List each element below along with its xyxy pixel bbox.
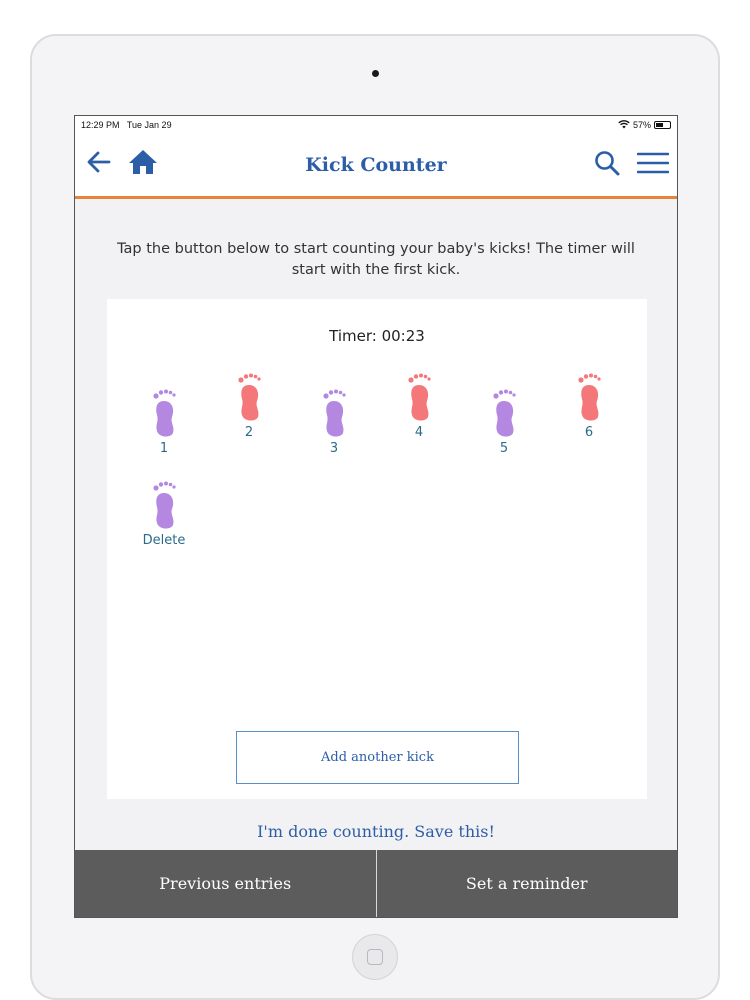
battery-icon bbox=[654, 120, 671, 129]
footprint-icon bbox=[153, 481, 176, 529]
kick-marker: 4 bbox=[389, 371, 449, 440]
timer-text: Timer: 00:23 bbox=[329, 327, 425, 345]
home-icon[interactable] bbox=[127, 148, 159, 176]
kick-marker: 2 bbox=[219, 371, 279, 440]
kick-marker: 3 bbox=[304, 387, 364, 456]
kick-label: 5 bbox=[499, 441, 509, 456]
kick-label: Delete bbox=[142, 533, 186, 548]
footprint-icon bbox=[238, 373, 261, 421]
kick-label: 6 bbox=[584, 425, 594, 440]
add-kick-button[interactable]: Add another kick bbox=[236, 731, 519, 784]
bottom-tab-bar: Previous entries Set a reminder bbox=[75, 850, 677, 917]
previous-entries-tab[interactable]: Previous entries bbox=[75, 850, 376, 917]
kick-label: 4 bbox=[414, 425, 424, 440]
footprint-icon bbox=[323, 389, 346, 437]
hamburger-menu-icon[interactable] bbox=[637, 151, 669, 175]
nav-bar: Kick Counter bbox=[75, 133, 677, 199]
front-camera bbox=[372, 70, 379, 77]
done-counting-link[interactable]: I'm done counting. Save this! bbox=[75, 822, 677, 841]
wifi-icon bbox=[618, 120, 630, 129]
device-home-button[interactable] bbox=[352, 934, 398, 980]
status-bar: 12:29 PM Tue Jan 29 57% bbox=[75, 116, 677, 133]
delete-kick-button[interactable]: Delete bbox=[134, 479, 194, 548]
search-icon[interactable] bbox=[593, 149, 621, 177]
arrow-left-icon[interactable] bbox=[85, 148, 113, 176]
footprint-icon bbox=[493, 389, 516, 437]
status-time: 12:29 PM bbox=[81, 119, 120, 130]
page-title: Kick Counter bbox=[305, 153, 447, 176]
kick-counter-card: Timer: 00:23 1 2 3 4 5 6 Delete Add another ki… bbox=[107, 299, 647, 799]
kick-marker: 6 bbox=[559, 371, 619, 440]
set-reminder-tab[interactable]: Set a reminder bbox=[375, 850, 678, 917]
kick-marker: 5 bbox=[474, 387, 534, 456]
kick-label: 1 bbox=[159, 441, 169, 456]
footprint-icon bbox=[578, 373, 601, 421]
kick-label: 2 bbox=[244, 425, 254, 440]
battery-percent: 57% bbox=[632, 119, 651, 130]
footprint-icon bbox=[153, 389, 176, 437]
footprint-icon bbox=[408, 373, 431, 421]
kick-label: 3 bbox=[329, 441, 339, 456]
kick-marker: 1 bbox=[134, 387, 194, 456]
intro-text: Tap the button below to start counting y… bbox=[117, 241, 635, 278]
app-screen: 12:29 PM Tue Jan 29 57% Kick Counter Tap… bbox=[74, 115, 678, 918]
status-date: Tue Jan 29 bbox=[126, 119, 172, 130]
